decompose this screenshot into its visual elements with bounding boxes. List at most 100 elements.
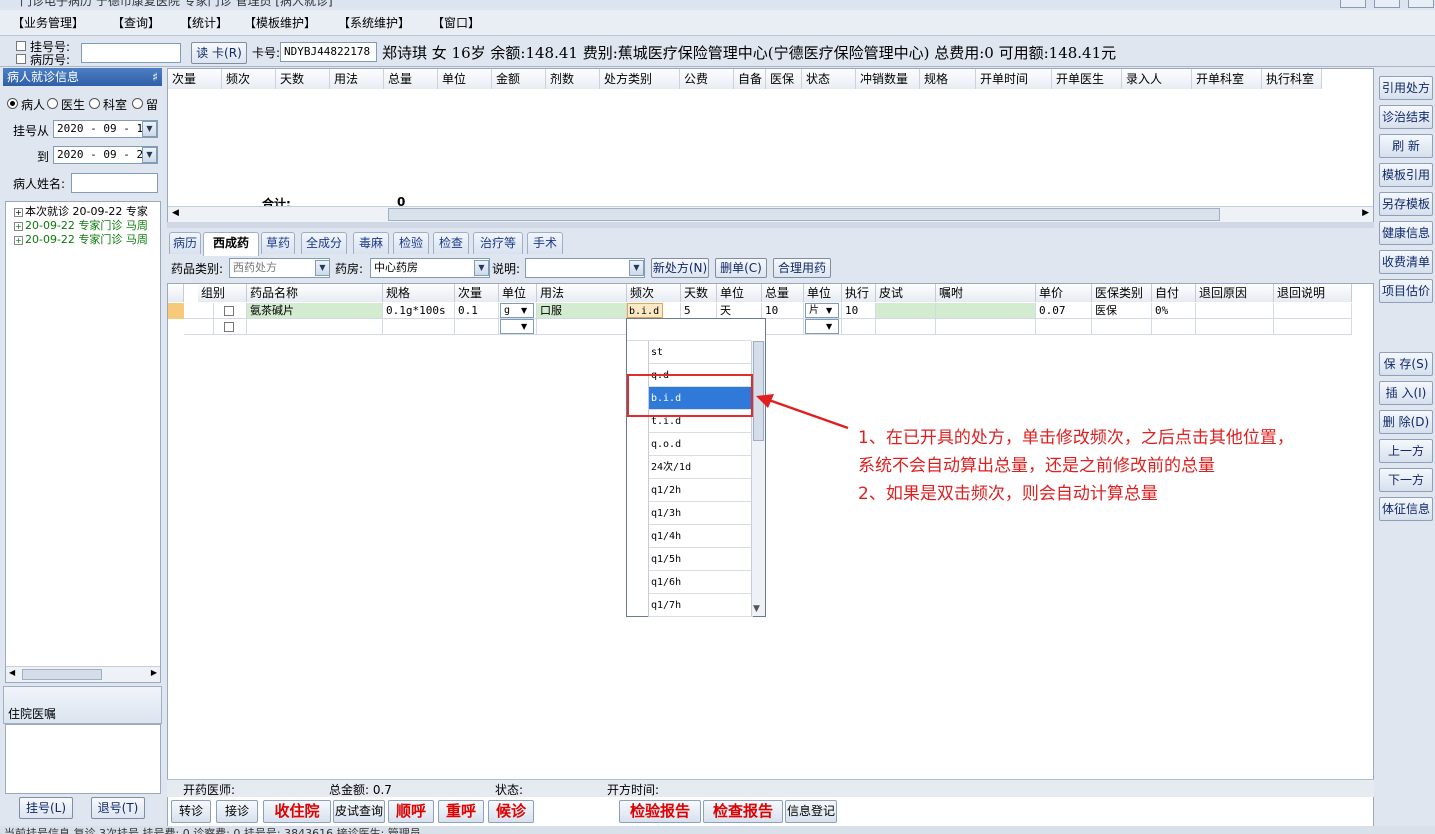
rx-column-header[interactable]: 频次 bbox=[627, 284, 681, 302]
maximize-button[interactable] bbox=[1374, 0, 1400, 8]
order-column-header[interactable]: 处方类别 bbox=[600, 69, 680, 89]
chevron-down-icon[interactable]: ▼ bbox=[629, 260, 644, 276]
right-button[interactable]: 模板引用 bbox=[1379, 163, 1433, 187]
freq-option[interactable]: q1/2h bbox=[649, 479, 753, 502]
dose-cell[interactable]: 0.1 bbox=[455, 303, 499, 319]
call-next-button[interactable]: 顺呼 bbox=[388, 800, 434, 823]
order-column-header[interactable]: 次量 bbox=[168, 69, 222, 89]
exam-report-button[interactable]: 检查报告 bbox=[703, 800, 783, 823]
radio-stay[interactable] bbox=[132, 98, 143, 109]
radio-dept[interactable] bbox=[89, 98, 100, 109]
radio-doctor[interactable] bbox=[47, 98, 58, 109]
day-unit-cell[interactable]: 天 bbox=[717, 303, 762, 319]
skin-test-query-button[interactable]: 皮试查询 bbox=[333, 800, 385, 823]
order-column-header[interactable]: 规格 bbox=[920, 69, 976, 89]
chevron-down-icon[interactable]: ▼ bbox=[142, 121, 157, 137]
card-no-input[interactable]: NDYBJ44822178 bbox=[280, 42, 377, 62]
pharmacy-select[interactable]: 中心药房 bbox=[370, 258, 490, 278]
order-column-header[interactable]: 剂数 bbox=[546, 69, 600, 89]
tab-lab[interactable]: 检验 bbox=[393, 232, 429, 254]
scroll-left-icon[interactable]: ◀ bbox=[9, 668, 15, 677]
usage-cell[interactable]: 口服 bbox=[537, 303, 627, 319]
close-button[interactable] bbox=[1408, 0, 1434, 8]
menu-window[interactable]: 【窗口】 bbox=[430, 14, 482, 32]
rx-column-header[interactable]: 单位 bbox=[499, 284, 537, 302]
right-button[interactable]: 插 入(I) bbox=[1379, 381, 1433, 405]
freq-cell[interactable]: b.i.d bbox=[627, 303, 681, 319]
right-button[interactable]: 删 除(D) bbox=[1379, 410, 1433, 434]
instruction-cell[interactable] bbox=[936, 303, 1036, 319]
order-column-header[interactable]: 用法 bbox=[330, 69, 384, 89]
chevron-down-icon[interactable]: ▼ bbox=[474, 260, 489, 276]
order-column-header[interactable]: 开单医生 bbox=[1052, 69, 1122, 89]
rx-column-header[interactable]: 退回原因 bbox=[1196, 284, 1274, 302]
drug-name-cell[interactable]: 氨茶碱片 bbox=[247, 303, 383, 319]
tree-item-history[interactable]: +20-09-22 专家门诊 马周 bbox=[14, 233, 148, 247]
right-button[interactable]: 诊治结束 bbox=[1379, 105, 1433, 129]
total-unit-cell[interactable]: 片 ▼ bbox=[804, 303, 842, 319]
freq-option[interactable]: st bbox=[649, 341, 753, 364]
right-button[interactable]: 引用处方 bbox=[1379, 76, 1433, 100]
tree-item-current[interactable]: + 本次就诊 20-09-22 专家 bbox=[14, 205, 148, 219]
freq-scrollbar[interactable]: ▼ bbox=[751, 341, 765, 616]
expand-icon[interactable]: + bbox=[14, 235, 23, 245]
transfer-button[interactable]: 转诊 bbox=[171, 800, 211, 823]
spec-cell[interactable]: 0.1g*100s bbox=[383, 303, 455, 319]
right-button[interactable]: 体征信息 bbox=[1379, 497, 1433, 521]
chevron-down-icon[interactable]: ▼ bbox=[521, 303, 527, 318]
recall-button[interactable]: 重呼 bbox=[438, 800, 484, 823]
tab-narcotic[interactable]: 毒麻 bbox=[353, 232, 389, 254]
menu-system[interactable]: 【系统维护】 bbox=[336, 14, 412, 32]
dose-unit-cell[interactable]: ▼ bbox=[499, 319, 537, 335]
order-column-header[interactable]: 医保 bbox=[766, 69, 802, 89]
freq-option[interactable]: q.o.d bbox=[649, 433, 753, 456]
order-column-header[interactable]: 公费 bbox=[680, 69, 734, 89]
total-unit-select[interactable] bbox=[805, 319, 839, 334]
order-column-header[interactable]: 自备 bbox=[734, 69, 766, 89]
right-button[interactable]: 下一方 bbox=[1379, 468, 1433, 492]
group-cell[interactable] bbox=[214, 303, 247, 319]
ins-type-cell[interactable]: 医保 bbox=[1092, 303, 1152, 319]
tab-medical-record[interactable]: 病历 bbox=[169, 232, 201, 254]
expand-icon[interactable]: + bbox=[14, 207, 23, 217]
register-button[interactable]: 挂号(L) bbox=[19, 797, 73, 819]
order-column-header[interactable]: 开单科室 bbox=[1192, 69, 1262, 89]
scroll-thumb[interactable] bbox=[22, 669, 102, 680]
group-cell[interactable] bbox=[214, 319, 247, 335]
minimize-button[interactable] bbox=[1340, 0, 1366, 8]
rx-column-header[interactable]: 用法 bbox=[537, 284, 627, 302]
order-column-header[interactable]: 天数 bbox=[276, 69, 330, 89]
order-grid-hscrollbar[interactable]: ◀ ▶ bbox=[168, 206, 1373, 222]
chevron-down-icon[interactable]: ▼ bbox=[826, 303, 832, 318]
order-column-header[interactable]: 频次 bbox=[222, 69, 276, 89]
rx-column-header[interactable]: 单位 bbox=[717, 284, 762, 302]
rx-column-header[interactable]: 天数 bbox=[681, 284, 717, 302]
menu-template[interactable]: 【模板维护】 bbox=[242, 14, 318, 32]
dose-unit-select[interactable]: g bbox=[500, 303, 534, 318]
rx-column-header[interactable]: 单位 bbox=[804, 284, 842, 302]
rational-drug-button[interactable]: 合理用药 bbox=[773, 258, 831, 278]
dose-unit-select[interactable] bbox=[500, 319, 534, 334]
dose-unit-cell[interactable]: g ▼ bbox=[499, 303, 537, 319]
delete-rx-button[interactable]: 删单(C) bbox=[715, 258, 767, 278]
record-no-checkbox[interactable] bbox=[16, 54, 26, 64]
tree-hscrollbar[interactable]: ◀ ▶ bbox=[6, 666, 160, 682]
rx-column-header[interactable]: 药品名称 bbox=[247, 284, 383, 302]
scroll-right-icon[interactable]: ▶ bbox=[151, 668, 157, 677]
waiting-button[interactable]: 候诊 bbox=[488, 800, 534, 823]
rx-column-header[interactable]: 执行 bbox=[842, 284, 876, 302]
tab-exam[interactable]: 检查 bbox=[433, 232, 469, 254]
right-button[interactable]: 刷 新 bbox=[1379, 134, 1433, 158]
right-button[interactable]: 健康信息 bbox=[1379, 221, 1433, 245]
tab-treatment[interactable]: 治疗等 bbox=[473, 232, 523, 254]
rx-column-header[interactable]: 皮试 bbox=[876, 284, 936, 302]
rx-column-header[interactable]: 自付 bbox=[1152, 284, 1196, 302]
info-register-button[interactable]: 信息登记 bbox=[785, 800, 837, 823]
order-column-header[interactable]: 冲销数量 bbox=[856, 69, 920, 89]
order-column-header[interactable]: 执行科室 bbox=[1262, 69, 1322, 89]
rx-column-header[interactable]: 总量 bbox=[762, 284, 804, 302]
rx-column-header[interactable]: 嘱咐 bbox=[936, 284, 1036, 302]
reg-no-checkbox[interactable] bbox=[16, 41, 26, 51]
order-column-header[interactable]: 总量 bbox=[384, 69, 438, 89]
tree-item-history[interactable]: +20-09-22 专家门诊 马周 bbox=[14, 219, 148, 233]
